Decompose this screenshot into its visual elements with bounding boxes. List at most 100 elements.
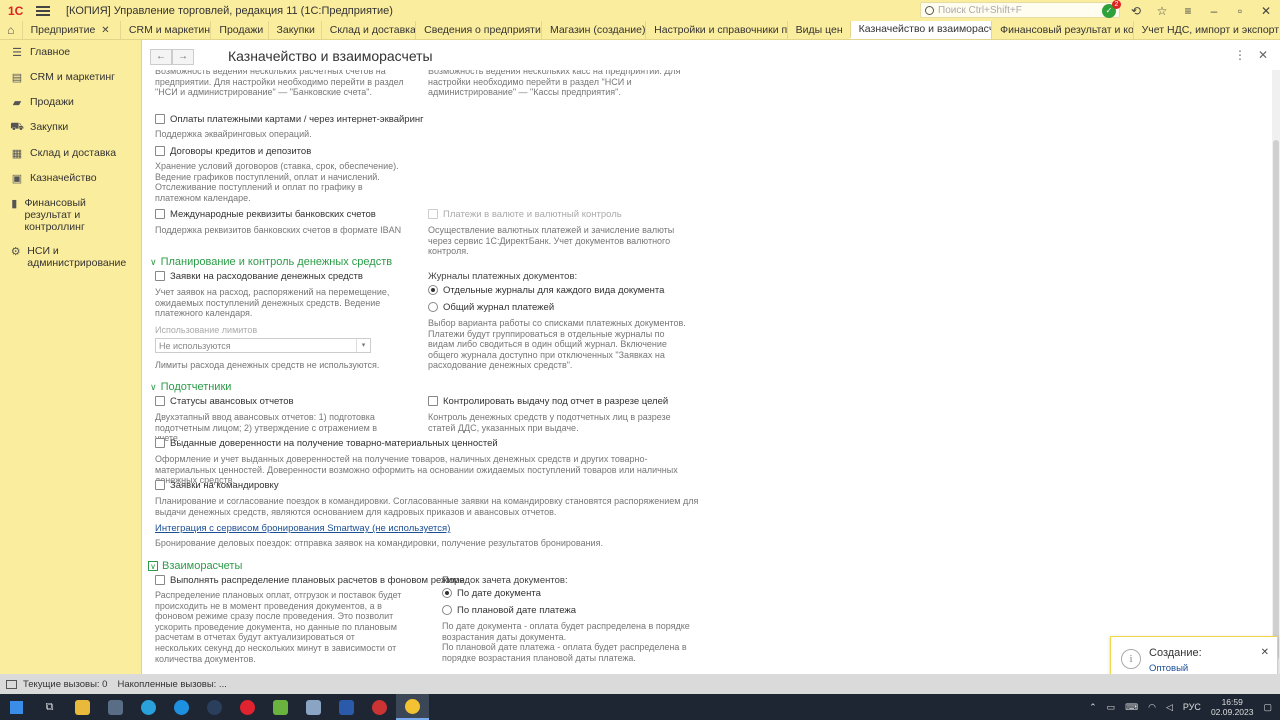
toast-link[interactable]: Оптовый (1149, 663, 1188, 674)
checkbox[interactable] (155, 209, 165, 220)
checkbox[interactable] (155, 396, 165, 407)
search-input[interactable]: Поиск Ctrl+Shift+F (920, 2, 1120, 18)
loans-note: Хранение условий договоров (ставка, срок… (155, 161, 399, 203)
checkbox[interactable] (155, 271, 165, 282)
sidebar-item-warehouse[interactable]: ▦ Склад и доставка (0, 141, 141, 166)
checkbox[interactable] (155, 114, 165, 125)
sidebar-item-admin[interactable]: ⚙ НСИ и администрирование (0, 239, 141, 275)
business-trip-checkbox[interactable]: Заявки на командировку (155, 480, 279, 491)
card-payments-checkbox[interactable]: Оплаты платежными картами / через интерн… (155, 114, 424, 125)
tab-treasury[interactable]: Казначейство и взаиморасч...✕ (849, 21, 992, 39)
close-tab-icon[interactable]: ✕ (101, 25, 109, 36)
tab-store-create[interactable]: Магазин (создание) *✕ (540, 21, 645, 39)
smartway-link[interactable]: Интеграция с сервисом бронирования Smart… (155, 523, 450, 534)
tab-crm[interactable]: CRM и маркетинг✕ (119, 21, 210, 39)
tab-financial-result[interactable]: Финансовый результат и ко...✕ (991, 21, 1133, 39)
skype-icon[interactable] (165, 694, 198, 720)
advance-statuses-checkbox[interactable]: Статусы авансовых отчетов (155, 396, 294, 407)
checkbox[interactable] (155, 146, 165, 157)
calculator-icon[interactable] (99, 694, 132, 720)
tab-price-types[interactable]: Виды цен✕ (786, 21, 850, 39)
iban-checkbox[interactable]: Международные реквизиты банковских счето… (155, 209, 376, 220)
chevron-down-icon: ∨ (150, 257, 157, 267)
radio[interactable] (442, 588, 452, 599)
android-icon[interactable] (264, 694, 297, 720)
checkbox[interactable] (155, 438, 165, 449)
iban-note: Поддержка реквизитов банковских счетов в… (155, 225, 402, 235)
sidebar-item-main[interactable]: ☰ Главное (0, 40, 141, 65)
task-view-icon[interactable]: ⧉ (33, 694, 66, 720)
tab-sales[interactable]: Продажи✕ (210, 21, 267, 39)
language-indicator[interactable]: РУС (1183, 702, 1201, 712)
more-actions-icon[interactable]: ⋮ (1234, 48, 1246, 62)
clock-date: 02.09.2023 (1210, 707, 1254, 717)
vertical-scrollbar[interactable] (1272, 70, 1280, 674)
action-center-icon[interactable]: ▢ (1263, 702, 1272, 713)
smartway-note: Бронирование деловых поездок: отправка з… (155, 538, 603, 548)
journal-separate-radio[interactable]: Отдельные журналы для каждого вида докум… (428, 285, 664, 296)
telegram-icon[interactable] (132, 694, 165, 720)
sidebar-item-crm[interactable]: ▤ CRM и маркетинг (0, 65, 141, 90)
forward-button[interactable]: → (172, 49, 194, 65)
calls-monitor-icon[interactable] (6, 679, 17, 689)
history-icon[interactable]: ⟲ (1130, 4, 1142, 18)
close-icon[interactable]: ✕ (1261, 647, 1269, 658)
order-by-plan-date-radio[interactable]: По плановой дате платежа (442, 605, 576, 616)
expense-requests-checkbox[interactable]: Заявки на расходование денежных средств (155, 271, 363, 282)
sidebar-item-sales[interactable]: ▰ Продажи (0, 90, 141, 115)
file-explorer-icon[interactable] (66, 694, 99, 720)
main-menu-icon[interactable] (36, 4, 50, 18)
home-icon[interactable]: ⌂ (0, 21, 22, 39)
background-distribution-checkbox[interactable]: Выполнять распределение плановых расчето… (155, 575, 465, 586)
sidebar-item-financial[interactable]: ▮ Финансовый результат и контроллинг (0, 191, 141, 239)
section-planning[interactable]: ∨ Планирование и контроль денежных средст… (150, 256, 392, 268)
expense-requests-note: Учет заявок на расход, распоряжений на п… (155, 287, 390, 319)
control-issuance-checkbox[interactable]: Контролировать выдачу под отчет в разрез… (428, 396, 668, 407)
tab-settings-refs[interactable]: Настройки и справочники п...✕ (645, 21, 787, 39)
word-icon[interactable] (330, 694, 363, 720)
order-by-doc-date-radio[interactable]: По дате документа (442, 588, 541, 599)
radio[interactable] (428, 302, 438, 313)
section-settlements[interactable]: ∨ Взаиморасчеты (148, 560, 242, 572)
checkbox[interactable] (155, 575, 165, 586)
scrollbar-thumb[interactable] (1273, 140, 1279, 660)
steam-icon[interactable] (198, 694, 231, 720)
wifi-icon[interactable]: ◠ (1148, 702, 1156, 713)
network-icon[interactable]: ▭ (1107, 702, 1116, 713)
tab-warehouse[interactable]: Склад и доставка✕ (320, 21, 415, 39)
maximize-icon[interactable]: ▫ (1234, 4, 1246, 18)
opera-icon[interactable] (231, 694, 264, 720)
journal-common-radio[interactable]: Общий журнал платежей (428, 302, 554, 313)
checkbox[interactable] (428, 396, 438, 407)
close-window-icon[interactable]: ✕ (1260, 4, 1272, 18)
clock[interactable]: 16:59 02.09.2023 (1211, 697, 1254, 717)
1c-taskbar-icon[interactable] (396, 694, 429, 720)
back-button[interactable]: ← (150, 49, 172, 65)
dropdown-icon[interactable]: ▾ (356, 339, 370, 352)
chevron-up-icon[interactable]: ⌃ (1089, 702, 1097, 713)
tab-purchases[interactable]: Закупки✕ (267, 21, 321, 39)
notifications-icon[interactable]: ✓ 2 (1102, 0, 1121, 18)
page-title: Казначейство и взаиморасчеты (228, 48, 433, 64)
minimize-icon[interactable]: – (1208, 4, 1220, 18)
close-form-icon[interactable]: ✕ (1258, 48, 1268, 62)
sidebar-item-purchases[interactable]: ⛟ Закупки (0, 115, 141, 141)
settings-lines-icon[interactable]: ≡ (1182, 4, 1194, 18)
snipping-tool-icon[interactable] (363, 694, 396, 720)
keyboard-icon[interactable]: ⌨ (1125, 702, 1138, 713)
radio[interactable] (442, 605, 452, 616)
limits-select[interactable]: Не используются ▾ (155, 338, 371, 353)
radio[interactable] (428, 285, 438, 296)
loans-checkbox[interactable]: Договоры кредитов и депозитов (155, 146, 311, 157)
checkbox[interactable] (155, 480, 165, 491)
sidebar-item-treasury[interactable]: ▣ Казначейство (0, 166, 141, 191)
tab-vat[interactable]: Учет НДС, импорт и экспорт✕ (1132, 21, 1280, 39)
windows-start-icon[interactable] (0, 694, 33, 720)
favorites-star-icon[interactable]: ☆ (1156, 4, 1168, 18)
photos-icon[interactable] (297, 694, 330, 720)
section-accountable[interactable]: ∨ Подотчетники (150, 381, 231, 393)
tab-enterprise[interactable]: Предприятие ✕ (21, 21, 120, 39)
tab-company-info[interactable]: Сведения о предприятии✕ (415, 21, 541, 39)
poa-checkbox[interactable]: Выданные доверенности на получение товар… (155, 438, 498, 449)
volume-icon[interactable]: ◁ (1166, 702, 1173, 713)
